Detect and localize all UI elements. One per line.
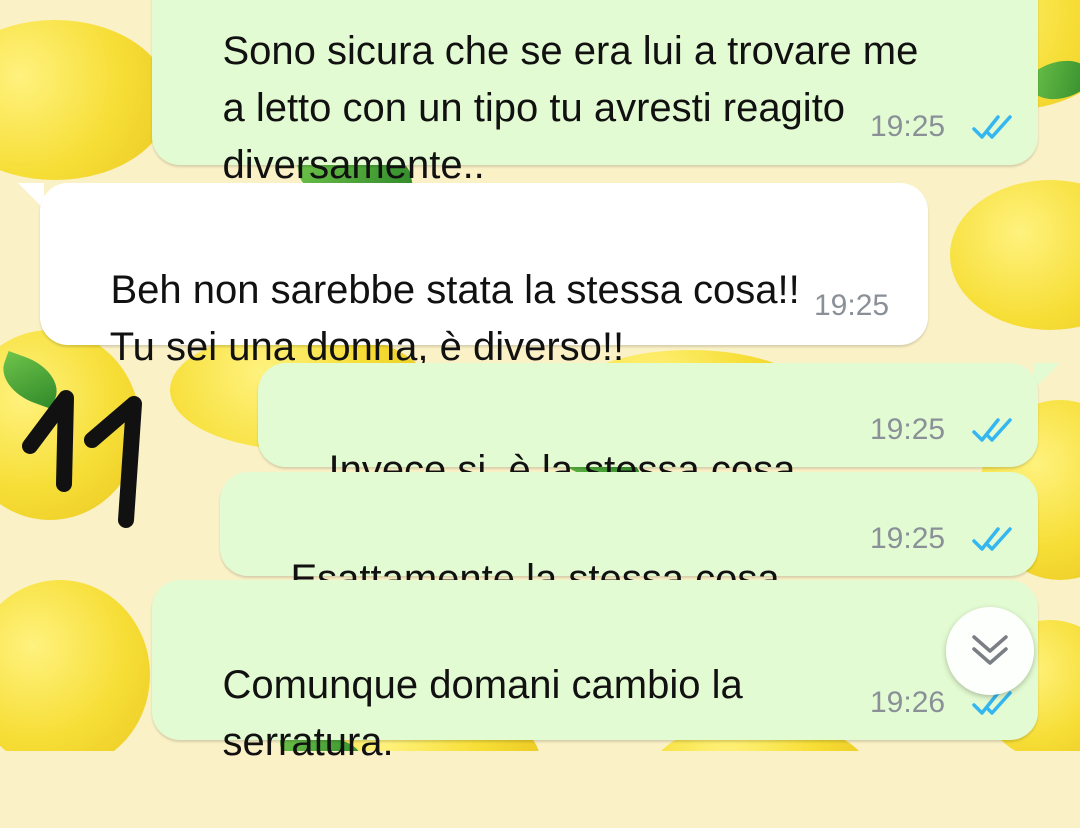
message-line: serratura.: [222, 720, 394, 764]
message-timestamp: 19:26: [870, 686, 946, 719]
bubble-tail: [1034, 363, 1060, 389]
message-bubble-outgoing[interactable]: Invece si, è la stessa cosa. 19:25: [258, 363, 1038, 492]
scroll-to-bottom-button[interactable]: [946, 607, 1034, 695]
message-text: serratura.: [178, 657, 394, 828]
chevron-double-down-icon: [972, 635, 1008, 665]
message-timestamp: 19:25: [870, 110, 946, 143]
message-line: diversamente..: [222, 143, 485, 187]
double-check-icon: [972, 418, 1012, 442]
message-bubble-outgoing[interactable]: Comunque domani cambio la serratura. 19:…: [152, 580, 1038, 764]
message-timestamp: 19:25: [870, 413, 946, 446]
double-check-icon: [972, 115, 1012, 139]
handwritten-number-overlay: 11: [22, 384, 152, 529]
double-check-icon: [972, 527, 1012, 551]
message-bubble-incoming[interactable]: Beh non sarebbe stata la stessa cosa!! T…: [40, 183, 928, 369]
message-timestamp: 19:25: [870, 522, 946, 555]
message-bubble-outgoing[interactable]: Sono sicura che se era lui a trovare me …: [152, 0, 1038, 187]
message-timestamp: 19:25: [814, 289, 890, 322]
message-bubble-outgoing[interactable]: Esattamente la stessa cosa. 19:25: [220, 472, 1038, 601]
handwritten-number-drawing: [22, 390, 142, 528]
